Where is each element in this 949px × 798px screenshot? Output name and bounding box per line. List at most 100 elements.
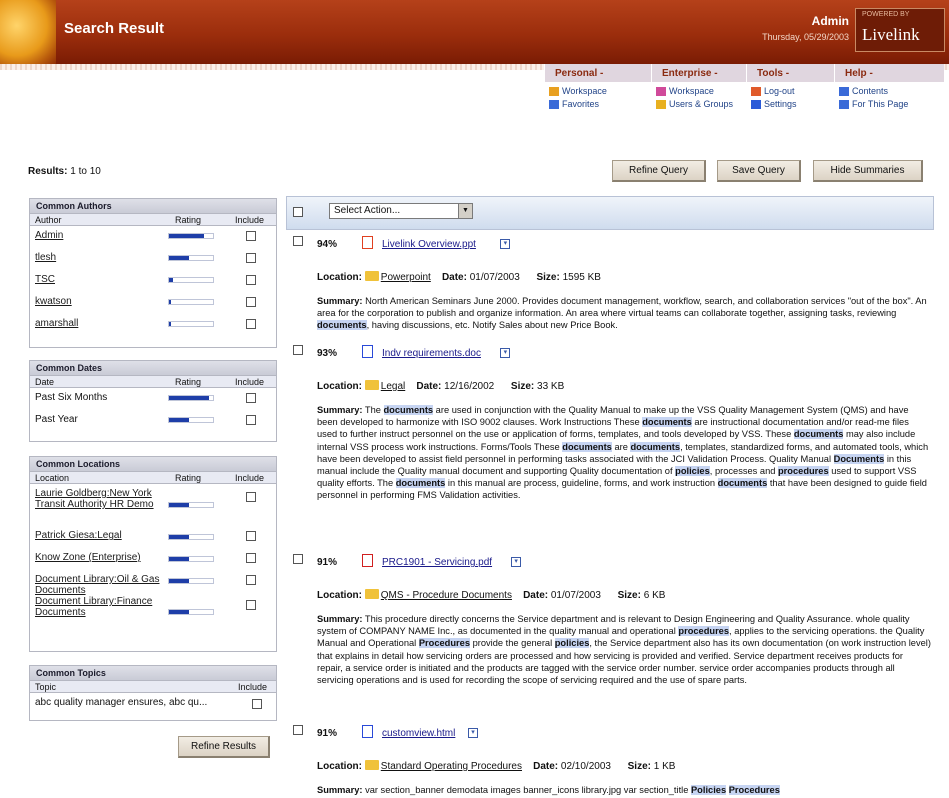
include-checkbox[interactable] xyxy=(246,492,256,502)
relevance-score: 91% xyxy=(317,728,338,739)
result-meta: Location: Standard Operating Procedures … xyxy=(317,760,675,772)
include-checkbox[interactable] xyxy=(246,297,256,307)
livelink-logo xyxy=(0,0,56,64)
function-menu-icon[interactable]: ▾ xyxy=(511,557,522,567)
location-link[interactable]: QMS - Procedure Documents xyxy=(381,590,512,601)
menu-item-0-1[interactable]: Favorites xyxy=(549,99,599,109)
panel-row: Patrick Giesa:Legal xyxy=(30,526,276,548)
file-link[interactable]: customview.html xyxy=(382,728,455,739)
panel-authors: Common Authors Author Rating Include Admin tl… xyxy=(29,198,277,348)
column-header: Rating xyxy=(175,215,202,225)
logout-icon xyxy=(751,86,761,96)
summary-text: are xyxy=(611,441,631,452)
result-checkbox[interactable] xyxy=(293,345,303,355)
filter-link[interactable]: Laurie Goldberg:New York Transit Authori… xyxy=(35,488,165,510)
column-header: Rating xyxy=(175,377,202,387)
include-checkbox[interactable] xyxy=(246,393,256,403)
workspace-icon xyxy=(549,86,559,96)
include-checkbox[interactable] xyxy=(246,231,256,241)
rating-fill xyxy=(169,322,172,326)
filter-link[interactable]: Admin xyxy=(35,230,165,241)
rating-fill xyxy=(169,234,205,238)
menu-2[interactable]: Tools - xyxy=(746,64,834,82)
menu-item-label: Users & Groups xyxy=(669,99,734,109)
rating-bar xyxy=(168,534,214,540)
rating-fill xyxy=(169,418,189,422)
date-label: Date: xyxy=(441,272,467,283)
file-link[interactable]: Livelink Overview.ppt xyxy=(382,239,476,250)
include-checkbox[interactable] xyxy=(246,253,256,263)
column-header: Rating xyxy=(175,473,202,483)
user-name: Admin xyxy=(811,14,849,28)
result-checkbox[interactable] xyxy=(293,236,303,246)
rating-fill xyxy=(169,396,209,400)
location-link[interactable]: Standard Operating Procedures xyxy=(381,761,522,772)
result-checkbox[interactable] xyxy=(293,725,303,735)
menu-item-0-0[interactable]: Workspace xyxy=(549,86,607,96)
rating-bar xyxy=(168,321,214,327)
function-menu-icon[interactable]: ▾ xyxy=(500,348,511,358)
function-menu-icon[interactable]: ▾ xyxy=(500,239,511,249)
results-toolbar: Select Action... ▼ xyxy=(286,196,934,230)
size-label: Size: xyxy=(617,590,641,601)
location-link[interactable]: Powerpoint xyxy=(381,272,431,283)
rating-fill xyxy=(169,557,189,561)
menu-item-label: Contents xyxy=(852,86,889,96)
panel-row: Admin xyxy=(30,226,276,248)
include-checkbox[interactable] xyxy=(246,415,256,425)
include-checkbox[interactable] xyxy=(246,575,256,585)
include-checkbox[interactable] xyxy=(246,600,256,610)
current-date: Thursday, 05/29/2003 xyxy=(762,32,849,42)
date-label: Date: xyxy=(416,381,442,392)
filter-link[interactable]: Patrick Giesa:Legal xyxy=(35,530,165,541)
menu-3[interactable]: Help - xyxy=(834,64,944,82)
filter-link[interactable]: tlesh xyxy=(35,252,165,263)
result-checkbox[interactable] xyxy=(293,554,303,564)
rating-fill xyxy=(169,610,189,614)
rating-fill xyxy=(169,256,189,260)
include-checkbox[interactable] xyxy=(246,553,256,563)
help-page-icon xyxy=(839,99,849,109)
size-label: Size: xyxy=(510,381,535,392)
filter-link[interactable]: Document Library:Finance Documents xyxy=(35,596,165,618)
summary-label: Summary: xyxy=(317,614,363,624)
location-link[interactable]: Legal xyxy=(381,381,405,392)
filter-link[interactable]: TSC xyxy=(35,274,165,285)
filter-link[interactable]: amarshall xyxy=(35,318,165,329)
function-menu-icon[interactable]: ▾ xyxy=(468,728,478,738)
panel-title: Common Locations xyxy=(30,457,276,471)
refine-query-button[interactable]: Refine Query xyxy=(612,160,706,182)
menu-item-1-1[interactable]: Users & Groups xyxy=(656,99,733,109)
save-query-button[interactable]: Save Query xyxy=(717,160,801,182)
file-link[interactable]: PRC1901 - Servicing.pdf xyxy=(382,557,492,568)
menu-item-1-0[interactable]: Workspace xyxy=(656,86,714,96)
menu-item-label: Log-out xyxy=(764,86,795,96)
filter-link[interactable]: kwatson xyxy=(35,296,165,307)
column-header: Include xyxy=(235,377,265,387)
settings-icon xyxy=(751,99,761,109)
refine-results-button[interactable]: Refine Results xyxy=(178,736,270,758)
panel-columns: Location Rating Include xyxy=(30,471,276,484)
menu-item-2-1[interactable]: Settings xyxy=(751,99,797,109)
menu-item-2-0[interactable]: Log-out xyxy=(751,86,795,96)
word-doc-icon xyxy=(362,345,373,358)
hide-summaries-button[interactable]: Hide Summaries xyxy=(813,160,923,182)
highlighted-term: Procedures xyxy=(418,638,470,649)
size-value: 33 KB xyxy=(537,381,565,392)
panel-columns: Author Rating Include xyxy=(30,213,276,226)
panel-row: Know Zone (Enterprise) xyxy=(30,548,276,570)
menu-item-3-0[interactable]: Contents xyxy=(839,86,888,96)
filter-link[interactable]: Know Zone (Enterprise) xyxy=(35,552,165,563)
select-all-checkbox[interactable] xyxy=(293,207,303,217)
select-action-dropdown[interactable]: Select Action... ▼ xyxy=(329,203,473,219)
include-checkbox[interactable] xyxy=(246,319,256,329)
include-checkbox[interactable] xyxy=(252,699,262,709)
file-link[interactable]: Indv requirements.doc xyxy=(382,348,481,359)
date-value: 02/10/2003 xyxy=(560,761,611,772)
menu-item-3-1[interactable]: For This Page xyxy=(839,99,908,109)
include-checkbox[interactable] xyxy=(246,531,256,541)
menu-1[interactable]: Enterprise - xyxy=(651,64,746,82)
include-checkbox[interactable] xyxy=(246,275,256,285)
menu-0[interactable]: Personal - xyxy=(544,64,651,82)
results-count: Results: 1 to 10 xyxy=(28,166,101,177)
